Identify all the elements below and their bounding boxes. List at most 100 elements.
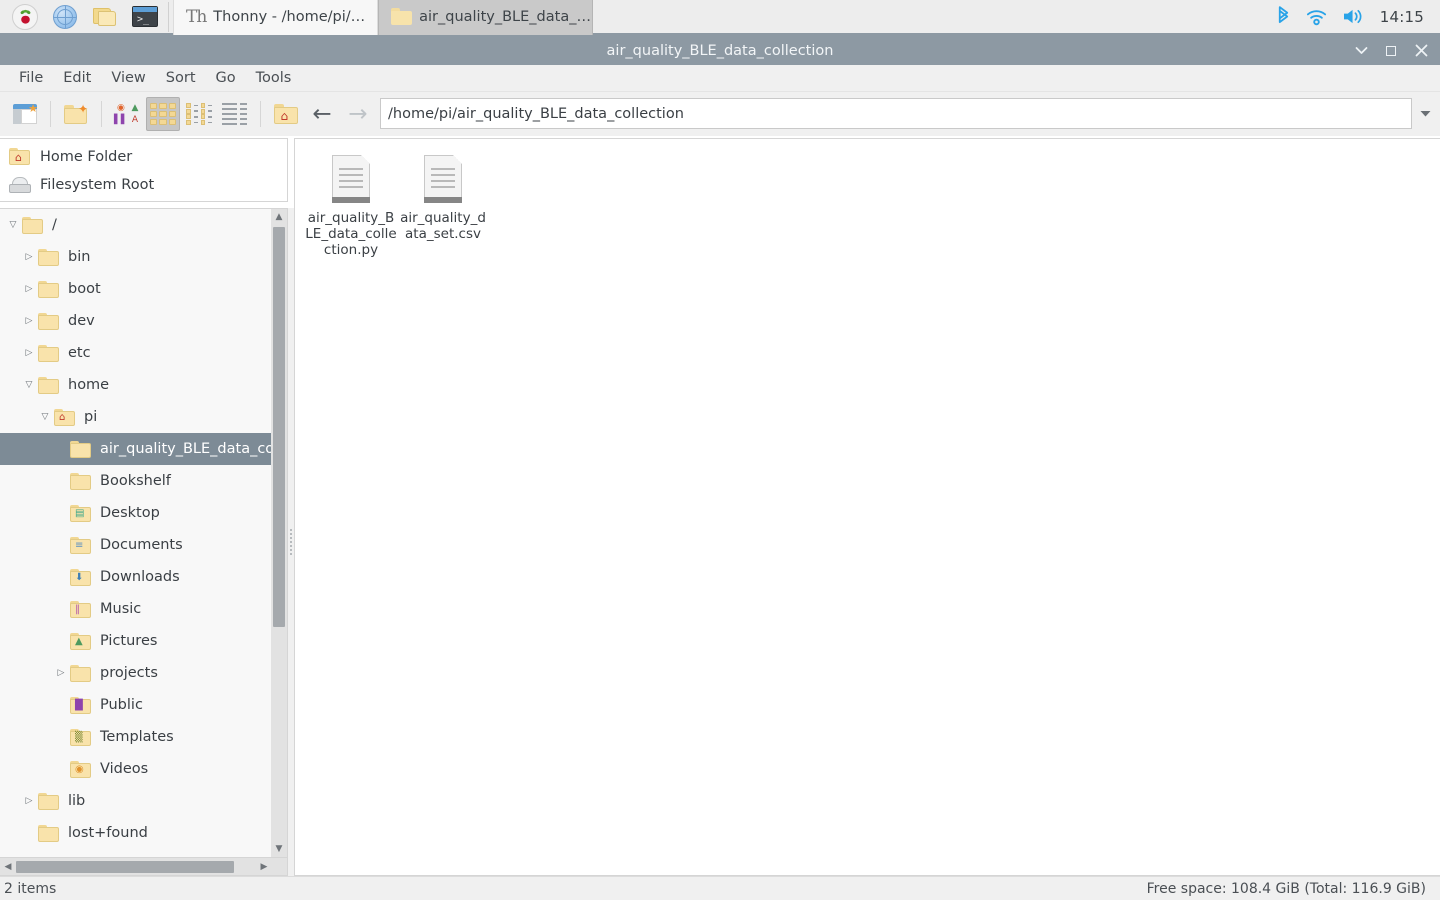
path-dropdown-button[interactable] <box>1416 98 1434 129</box>
raspberry-pi-menu-icon[interactable] <box>6 1 44 33</box>
tree-item-videos[interactable]: ◉ Videos <box>0 753 272 785</box>
detailed-list-icon <box>222 103 248 125</box>
tree-expander-icon[interactable] <box>20 252 38 262</box>
tree-item-desktop[interactable]: ▤ Desktop <box>0 497 272 529</box>
tree-item-dev[interactable]: dev <box>0 305 272 337</box>
documents-folder-icon: ≡ <box>70 536 92 554</box>
arrow-right-icon: → <box>348 100 368 127</box>
place-home-folder[interactable]: ⌂ Home Folder <box>0 143 287 171</box>
folder-icon <box>38 824 60 842</box>
tree-expander-icon[interactable] <box>20 380 38 390</box>
tree-item-documents[interactable]: ≡ Documents <box>0 529 272 561</box>
new-window-button[interactable]: ★ <box>8 97 42 131</box>
tree-item-label: Videos <box>100 761 149 777</box>
tree-expander-icon[interactable] <box>20 284 38 294</box>
taskbar-launchers: >_ <box>0 1 164 33</box>
path-input[interactable]: /home/pi/air_quality_BLE_data_collection <box>380 98 1412 129</box>
forward-button[interactable]: → <box>341 97 375 131</box>
menu-edit[interactable]: Edit <box>53 67 101 89</box>
file-item[interactable]: air_quality_BLE_data_collection.py <box>305 151 397 258</box>
tree-item-projects[interactable]: projects <box>0 657 272 689</box>
place-filesystem-root[interactable]: Filesystem Root <box>0 171 287 199</box>
volume-icon[interactable] <box>1342 7 1365 26</box>
home-button[interactable]: ⌂ <box>269 97 303 131</box>
tree-horizontal-scroll-thumb[interactable] <box>16 861 234 873</box>
templates-folder-icon: ▒ <box>70 728 92 746</box>
tree-expander-icon[interactable] <box>52 668 70 678</box>
tree-item-boot[interactable]: boot <box>0 273 272 305</box>
arrow-left-icon: ← <box>312 100 332 127</box>
tree-item-etc[interactable]: etc <box>0 337 272 369</box>
icon-view-button[interactable]: ◉ ▲ ▌▌ A <box>110 97 144 131</box>
toolbar-divider <box>101 101 102 127</box>
thonny-icon: Th <box>186 6 207 27</box>
folder-icon <box>38 312 60 330</box>
tree-item-pi[interactable]: ⌂ pi <box>0 401 272 433</box>
minimize-button[interactable] <box>1348 38 1374 64</box>
grid-view-button[interactable] <box>146 97 180 131</box>
taskbar-window-thonny[interactable]: Th Thonny - /home/pi/… <box>173 0 379 35</box>
back-button[interactable]: ← <box>305 97 339 131</box>
tree-item-lost-found[interactable]: lost+found <box>0 817 272 849</box>
tree-item-bin[interactable]: bin <box>0 241 272 273</box>
tree-item-label: home <box>68 377 110 393</box>
tree-expander-icon[interactable] <box>4 220 22 230</box>
web-browser-icon[interactable] <box>46 1 84 33</box>
tree-expander-icon[interactable] <box>20 796 38 806</box>
compact-list-icon <box>186 103 212 125</box>
tree-horizontal-scrollbar[interactable]: ◀ ▶ <box>0 857 287 875</box>
tree-item-lib[interactable]: lib <box>0 785 272 817</box>
tree-item-home[interactable]: home <box>0 369 272 401</box>
folder-icon <box>38 792 60 810</box>
tree-expander-icon[interactable] <box>36 412 54 422</box>
text-document-icon <box>424 155 462 203</box>
scroll-up-icon[interactable]: ▲ <box>271 209 287 225</box>
videos-folder-icon: ◉ <box>70 760 92 778</box>
maximize-button[interactable] <box>1378 38 1404 64</box>
tree-item-label: pi <box>84 409 98 425</box>
tree-item-public[interactable]: █ Public <box>0 689 272 721</box>
scroll-right-icon[interactable]: ▶ <box>256 859 272 875</box>
tree-vertical-scroll-thumb[interactable] <box>273 227 285 627</box>
tree-item-bookshelf[interactable]: Bookshelf <box>0 465 272 497</box>
tree-item-label: Documents <box>100 537 183 553</box>
close-button[interactable] <box>1408 38 1434 64</box>
tree-item-air-quality-ble-data-colle[interactable]: air_quality_BLE_data_colle <box>0 433 272 465</box>
menu-file[interactable]: File <box>9 67 53 89</box>
folder-overlay-icon: ▲ <box>75 635 83 647</box>
terminal-prompt-glyph: >_ <box>137 14 150 25</box>
taskbar-window-filemanager[interactable]: air_quality_BLE_data_… <box>378 0 594 35</box>
new-folder-button[interactable]: ✦ <box>59 97 93 131</box>
tree-item-label: air_quality_BLE_data_colle <box>100 441 272 457</box>
compact-view-button[interactable] <box>182 97 216 131</box>
tree-expander-icon[interactable] <box>20 316 38 326</box>
wifi-icon[interactable] <box>1306 8 1327 26</box>
folder-overlay-icon: ‖ <box>75 603 80 615</box>
tree-item-label: Templates <box>100 729 174 745</box>
window-title: air_quality_BLE_data_collection <box>606 42 834 59</box>
terminal-icon[interactable]: >_ <box>126 1 164 33</box>
file-manager-icon[interactable] <box>86 1 124 33</box>
file-list-view[interactable]: air_quality_BLE_data_collection.py air_qu… <box>294 138 1440 876</box>
splitter-grip-icon <box>290 529 292 555</box>
scroll-down-icon[interactable]: ▼ <box>271 841 287 857</box>
tree-item-label: Bookshelf <box>100 473 171 489</box>
tree-vertical-scrollbar[interactable]: ▲ ▼ <box>271 209 287 857</box>
taskbar: >_ Th Thonny - /home/pi/… air_quality_BL… <box>0 0 1440 36</box>
menu-view[interactable]: View <box>101 67 155 89</box>
detailed-view-button[interactable] <box>218 97 252 131</box>
menu-go[interactable]: Go <box>206 67 246 89</box>
clock[interactable]: 14:15 <box>1380 8 1424 26</box>
tree-expander-icon[interactable] <box>20 348 38 358</box>
tree-item-pictures[interactable]: ▲ Pictures <box>0 625 272 657</box>
menu-tools[interactable]: Tools <box>246 67 302 89</box>
scroll-left-icon[interactable]: ◀ <box>0 859 16 875</box>
file-item[interactable]: air_quality_data_set.csv <box>397 151 489 258</box>
folder-overlay-icon: ⌂ <box>59 411 66 423</box>
tree-item-downloads[interactable]: ⬇ Downloads <box>0 561 272 593</box>
bluetooth-icon[interactable] <box>1276 6 1291 27</box>
tree-item-templates[interactable]: ▒ Templates <box>0 721 272 753</box>
tree-item-music[interactable]: ‖ Music <box>0 593 272 625</box>
tree-item--[interactable]: / <box>0 209 272 241</box>
menu-sort[interactable]: Sort <box>156 67 206 89</box>
